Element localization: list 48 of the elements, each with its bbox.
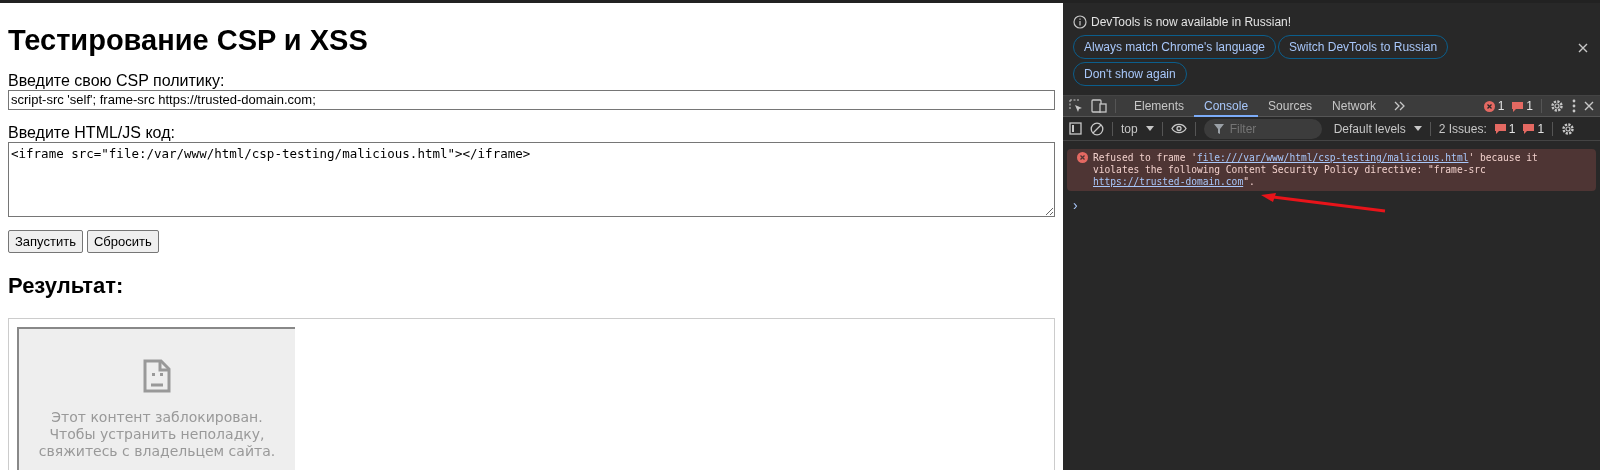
blocked-message: Этот контент заблокирован. Чтобы устранить неполадку, свяжитесь с владельцем сайта. [38,408,276,460]
settings-icon[interactable] [1561,121,1576,136]
form-button[interactable]: Сбросить [86,229,159,254]
context-selector[interactable]: top [1121,119,1138,138]
close-icon[interactable] [1584,101,1594,111]
issue-count: 1 [1526,98,1533,115]
devtools-tab[interactable]: Sources [1258,95,1323,117]
levels-selector[interactable]: Default levels [1333,119,1406,138]
filter-icon [1213,123,1224,134]
more-tabs-icon[interactable] [1394,101,1407,111]
menu-icon[interactable] [1572,99,1576,113]
issue-icon [1512,100,1524,112]
info-icon [1073,15,1087,29]
console-prompt[interactable]: › [1063,191,1600,220]
error-count: 1 [1497,98,1505,115]
caret-icon [1413,126,1422,131]
sidebar-icon[interactable] [1069,122,1082,135]
filter-input[interactable]: Filter [1229,119,1310,138]
settings-icon[interactable] [1550,99,1564,113]
form-button[interactable]: Запустить [8,229,83,254]
eye-icon[interactable] [1170,123,1187,134]
input-field[interactable]: script-src 'self'; frame-src https://trusted-domain.com; [8,89,1055,110]
device-icon[interactable] [1091,99,1107,113]
error-icon [1077,152,1088,163]
devtools-tab[interactable]: Elements [1124,95,1195,117]
field-label: Введите свою CSP политику: [8,71,226,90]
code-field[interactable]: <iframe src="file:/var/www/html/csp-testing/malicious.html"></iframe> [8,141,1055,217]
issue-count: 1 [1508,120,1516,138]
devtools-tab[interactable]: Console [1194,95,1259,117]
error-message: Refused to frame 'file:///var/www/html/csp-testing/malicious.html' because it violates the following Content Security Policy directive: "frame-src https://trusted-domain.com". [1093,152,1539,188]
issue-icon [1494,123,1506,134]
message-link[interactable]: file:///var/www/html/csp-testing/malicious.html [1196,152,1469,163]
message-link[interactable]: https://trusted-domain.com [1093,176,1244,187]
field-label: Введите HTML/JS код: [8,123,176,142]
devtools-tab[interactable]: Network [1322,95,1387,117]
clear-icon[interactable] [1090,121,1104,136]
error-icon [1483,100,1495,112]
banner-message: DevTools is now available in Russian! [1091,14,1292,31]
caret-icon [1145,126,1154,131]
inspect-icon[interactable] [1069,99,1083,113]
issues-label: 2 Issues: [1438,120,1487,138]
sad-page-icon [143,358,171,393]
close-icon[interactable] [1578,43,1588,53]
page-title: Тестирование CSP и XSS [8,23,369,58]
section-heading: Результат: [8,273,125,300]
issue-count: 1 [1537,120,1545,138]
filter-field[interactable]: Filter [1203,118,1322,139]
issue-icon [1523,123,1535,134]
